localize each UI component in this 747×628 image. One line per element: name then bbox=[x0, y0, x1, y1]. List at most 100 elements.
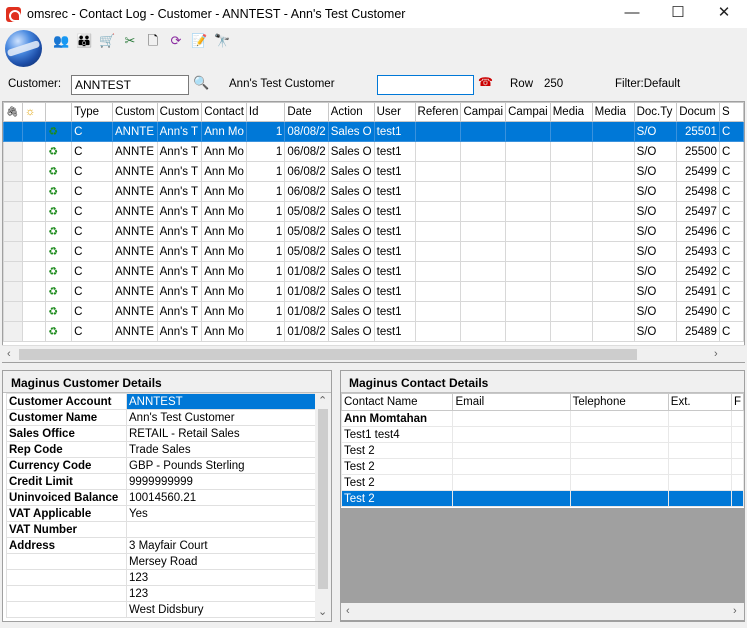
table-cell: Ann Mo bbox=[201, 201, 247, 222]
table-cell: test1 bbox=[373, 201, 416, 222]
table-row[interactable]: ♻ C ANNTE Ann's T Ann Mo 1 01/08/2 Sales Otest1… bbox=[3, 321, 744, 342]
search-icon[interactable]: 🔍 bbox=[193, 75, 209, 91]
table-cell bbox=[460, 201, 507, 222]
contact-entry-icon: ♻ bbox=[45, 301, 73, 322]
detail-value[interactable]: West Didsbury bbox=[126, 601, 316, 618]
table-cell: C bbox=[718, 241, 744, 262]
detail-value[interactable] bbox=[126, 521, 316, 538]
minimize-button[interactable]: — bbox=[609, 0, 655, 28]
phone-icon[interactable]: ☎ bbox=[478, 76, 493, 88]
detail-value[interactable]: 3 Mayfair Court bbox=[126, 537, 316, 554]
contact-row[interactable]: Ann Momtahan bbox=[341, 410, 744, 427]
detail-value[interactable]: 123 bbox=[126, 585, 316, 602]
detail-value[interactable]: 10014560.21 bbox=[126, 489, 316, 506]
column-header[interactable]: Docum bbox=[676, 102, 720, 122]
detail-value[interactable]: ANNTEST bbox=[126, 393, 316, 410]
row-gutter[interactable] bbox=[3, 281, 23, 302]
contact-column-header[interactable]: F bbox=[730, 393, 744, 411]
detail-value[interactable]: 9999999999 bbox=[126, 473, 316, 490]
detail-value[interactable]: Ann's Test Customer bbox=[126, 409, 316, 426]
notes-icon[interactable]: 📝 bbox=[191, 33, 207, 49]
table-row[interactable]: ♻ C ANNTE Ann's T Ann Mo 1 01/08/2 Sales Otest1… bbox=[3, 281, 744, 302]
table-row[interactable]: ♻ C ANNTE Ann's T Ann Mo 1 06/08/2 Sales Otest1… bbox=[3, 161, 744, 182]
contact-column-header[interactable]: Telephone bbox=[569, 393, 669, 411]
scroll-down-icon[interactable]: ⌄ bbox=[318, 605, 327, 618]
binoculars-icon[interactable]: 🔭 bbox=[214, 33, 230, 49]
status-column-icon[interactable]: ☼ bbox=[21, 102, 47, 122]
table-row[interactable]: ♻ C ANNTE Ann's T Ann Mo 1 01/08/2 Sales Otest1… bbox=[3, 261, 744, 282]
row-gutter[interactable] bbox=[3, 141, 23, 162]
detail-value[interactable]: Mersey Road bbox=[126, 553, 316, 570]
column-header[interactable]: Campai bbox=[460, 102, 507, 122]
table-row[interactable]: ♻ C ANNTE Ann's T Ann Mo 1 05/08/2 Sales Otest1… bbox=[3, 201, 744, 222]
row-gutter[interactable] bbox=[3, 241, 23, 262]
column-header[interactable]: Custom bbox=[156, 102, 203, 122]
column-header[interactable]: Custom bbox=[112, 102, 158, 122]
column-header[interactable]: Campai bbox=[505, 102, 551, 122]
row-gutter[interactable] bbox=[3, 161, 23, 182]
cart-icon[interactable]: 🛒 bbox=[99, 33, 115, 49]
user-group-icon[interactable]: 👪 bbox=[76, 33, 92, 49]
users-icon[interactable]: 👥 bbox=[53, 33, 69, 49]
row-gutter[interactable] bbox=[3, 201, 23, 222]
column-header[interactable]: User bbox=[373, 102, 416, 122]
scrollbar-thumb[interactable] bbox=[19, 349, 637, 360]
tools-icon[interactable]: ✂ bbox=[122, 33, 138, 49]
contact-column-header[interactable]: Ext. bbox=[667, 393, 732, 411]
row-gutter[interactable] bbox=[3, 121, 23, 142]
detail-label bbox=[6, 585, 127, 602]
attachment-column-icon[interactable]: 🖇 bbox=[3, 102, 23, 122]
column-header[interactable]: Media bbox=[591, 102, 635, 122]
row-gutter[interactable] bbox=[3, 321, 23, 342]
contact-column-header[interactable]: Contact Name bbox=[341, 393, 454, 411]
column-header[interactable]: Action bbox=[327, 102, 375, 122]
scroll-right-icon[interactable]: › bbox=[714, 348, 718, 360]
column-header[interactable]: Id bbox=[245, 102, 286, 122]
customer-input[interactable] bbox=[71, 75, 189, 95]
column-header[interactable]: Type bbox=[71, 102, 114, 122]
column-header[interactable] bbox=[45, 102, 73, 122]
detail-value[interactable]: 123 bbox=[126, 569, 316, 586]
contact-row[interactable]: Test 2 bbox=[341, 442, 744, 459]
table-row[interactable]: ♻ C ANNTE Ann's T Ann Mo 1 08/08/2 Sales Otest1… bbox=[3, 121, 744, 142]
column-header[interactable]: Date bbox=[284, 102, 329, 122]
column-header[interactable]: Media bbox=[549, 102, 593, 122]
column-header[interactable]: Contact bbox=[201, 102, 247, 122]
table-row[interactable]: ♻ C ANNTE Ann's T Ann Mo 1 05/08/2 Sales Otest1… bbox=[3, 221, 744, 242]
row-status-cell bbox=[21, 301, 47, 322]
contact-row[interactable]: Test 2 bbox=[341, 490, 744, 507]
scroll-right-icon[interactable]: › bbox=[733, 605, 737, 617]
table-row[interactable]: ♻ C ANNTE Ann's T Ann Mo 1 05/08/2 Sales Otest1… bbox=[3, 241, 744, 262]
detail-value[interactable]: GBP - Pounds Sterling bbox=[126, 457, 316, 474]
scroll-up-icon[interactable]: ⌃ bbox=[318, 394, 327, 407]
contact-horizontal-scrollbar[interactable]: ‹ › bbox=[341, 603, 744, 620]
scroll-left-icon[interactable]: ‹ bbox=[7, 348, 11, 360]
details-vertical-scrollbar[interactable]: ⌃ ⌄ bbox=[315, 393, 331, 621]
column-header[interactable]: Doc.Ty bbox=[633, 102, 678, 122]
contact-row[interactable]: Test 2 bbox=[341, 474, 744, 491]
row-gutter[interactable] bbox=[3, 221, 23, 242]
contact-input[interactable] bbox=[377, 75, 474, 95]
column-header[interactable]: S bbox=[718, 102, 744, 122]
scroll-left-icon[interactable]: ‹ bbox=[346, 605, 350, 617]
detail-value[interactable]: Trade Sales bbox=[126, 441, 316, 458]
row-gutter[interactable] bbox=[3, 301, 23, 322]
grid-horizontal-scrollbar[interactable]: ‹ › bbox=[2, 345, 745, 362]
document-icon[interactable]: 🗋 bbox=[145, 33, 161, 49]
row-gutter[interactable] bbox=[3, 181, 23, 202]
table-cell bbox=[505, 181, 551, 202]
contact-row[interactable]: Test1 test4 bbox=[341, 426, 744, 443]
column-header[interactable]: Referen bbox=[414, 102, 462, 122]
contact-row[interactable]: Test 2 bbox=[341, 458, 744, 475]
table-row[interactable]: ♻ C ANNTE Ann's T Ann Mo 1 06/08/2 Sales Otest1… bbox=[3, 181, 744, 202]
scrollbar-thumb[interactable] bbox=[318, 409, 328, 589]
detail-value[interactable]: RETAIL - Retail Sales bbox=[126, 425, 316, 442]
maximize-button[interactable]: ☐ bbox=[655, 0, 701, 28]
row-gutter[interactable] bbox=[3, 261, 23, 282]
close-button[interactable]: ✕ bbox=[701, 0, 747, 28]
contact-column-header[interactable]: Email bbox=[452, 393, 571, 411]
detail-value[interactable]: Yes bbox=[126, 505, 316, 522]
refresh-icon[interactable]: ⟳ bbox=[168, 33, 184, 49]
table-row[interactable]: ♻ C ANNTE Ann's T Ann Mo 1 01/08/2 Sales Otest1… bbox=[3, 301, 744, 322]
table-row[interactable]: ♻ C ANNTE Ann's T Ann Mo 1 06/08/2 Sales Otest1… bbox=[3, 141, 744, 162]
